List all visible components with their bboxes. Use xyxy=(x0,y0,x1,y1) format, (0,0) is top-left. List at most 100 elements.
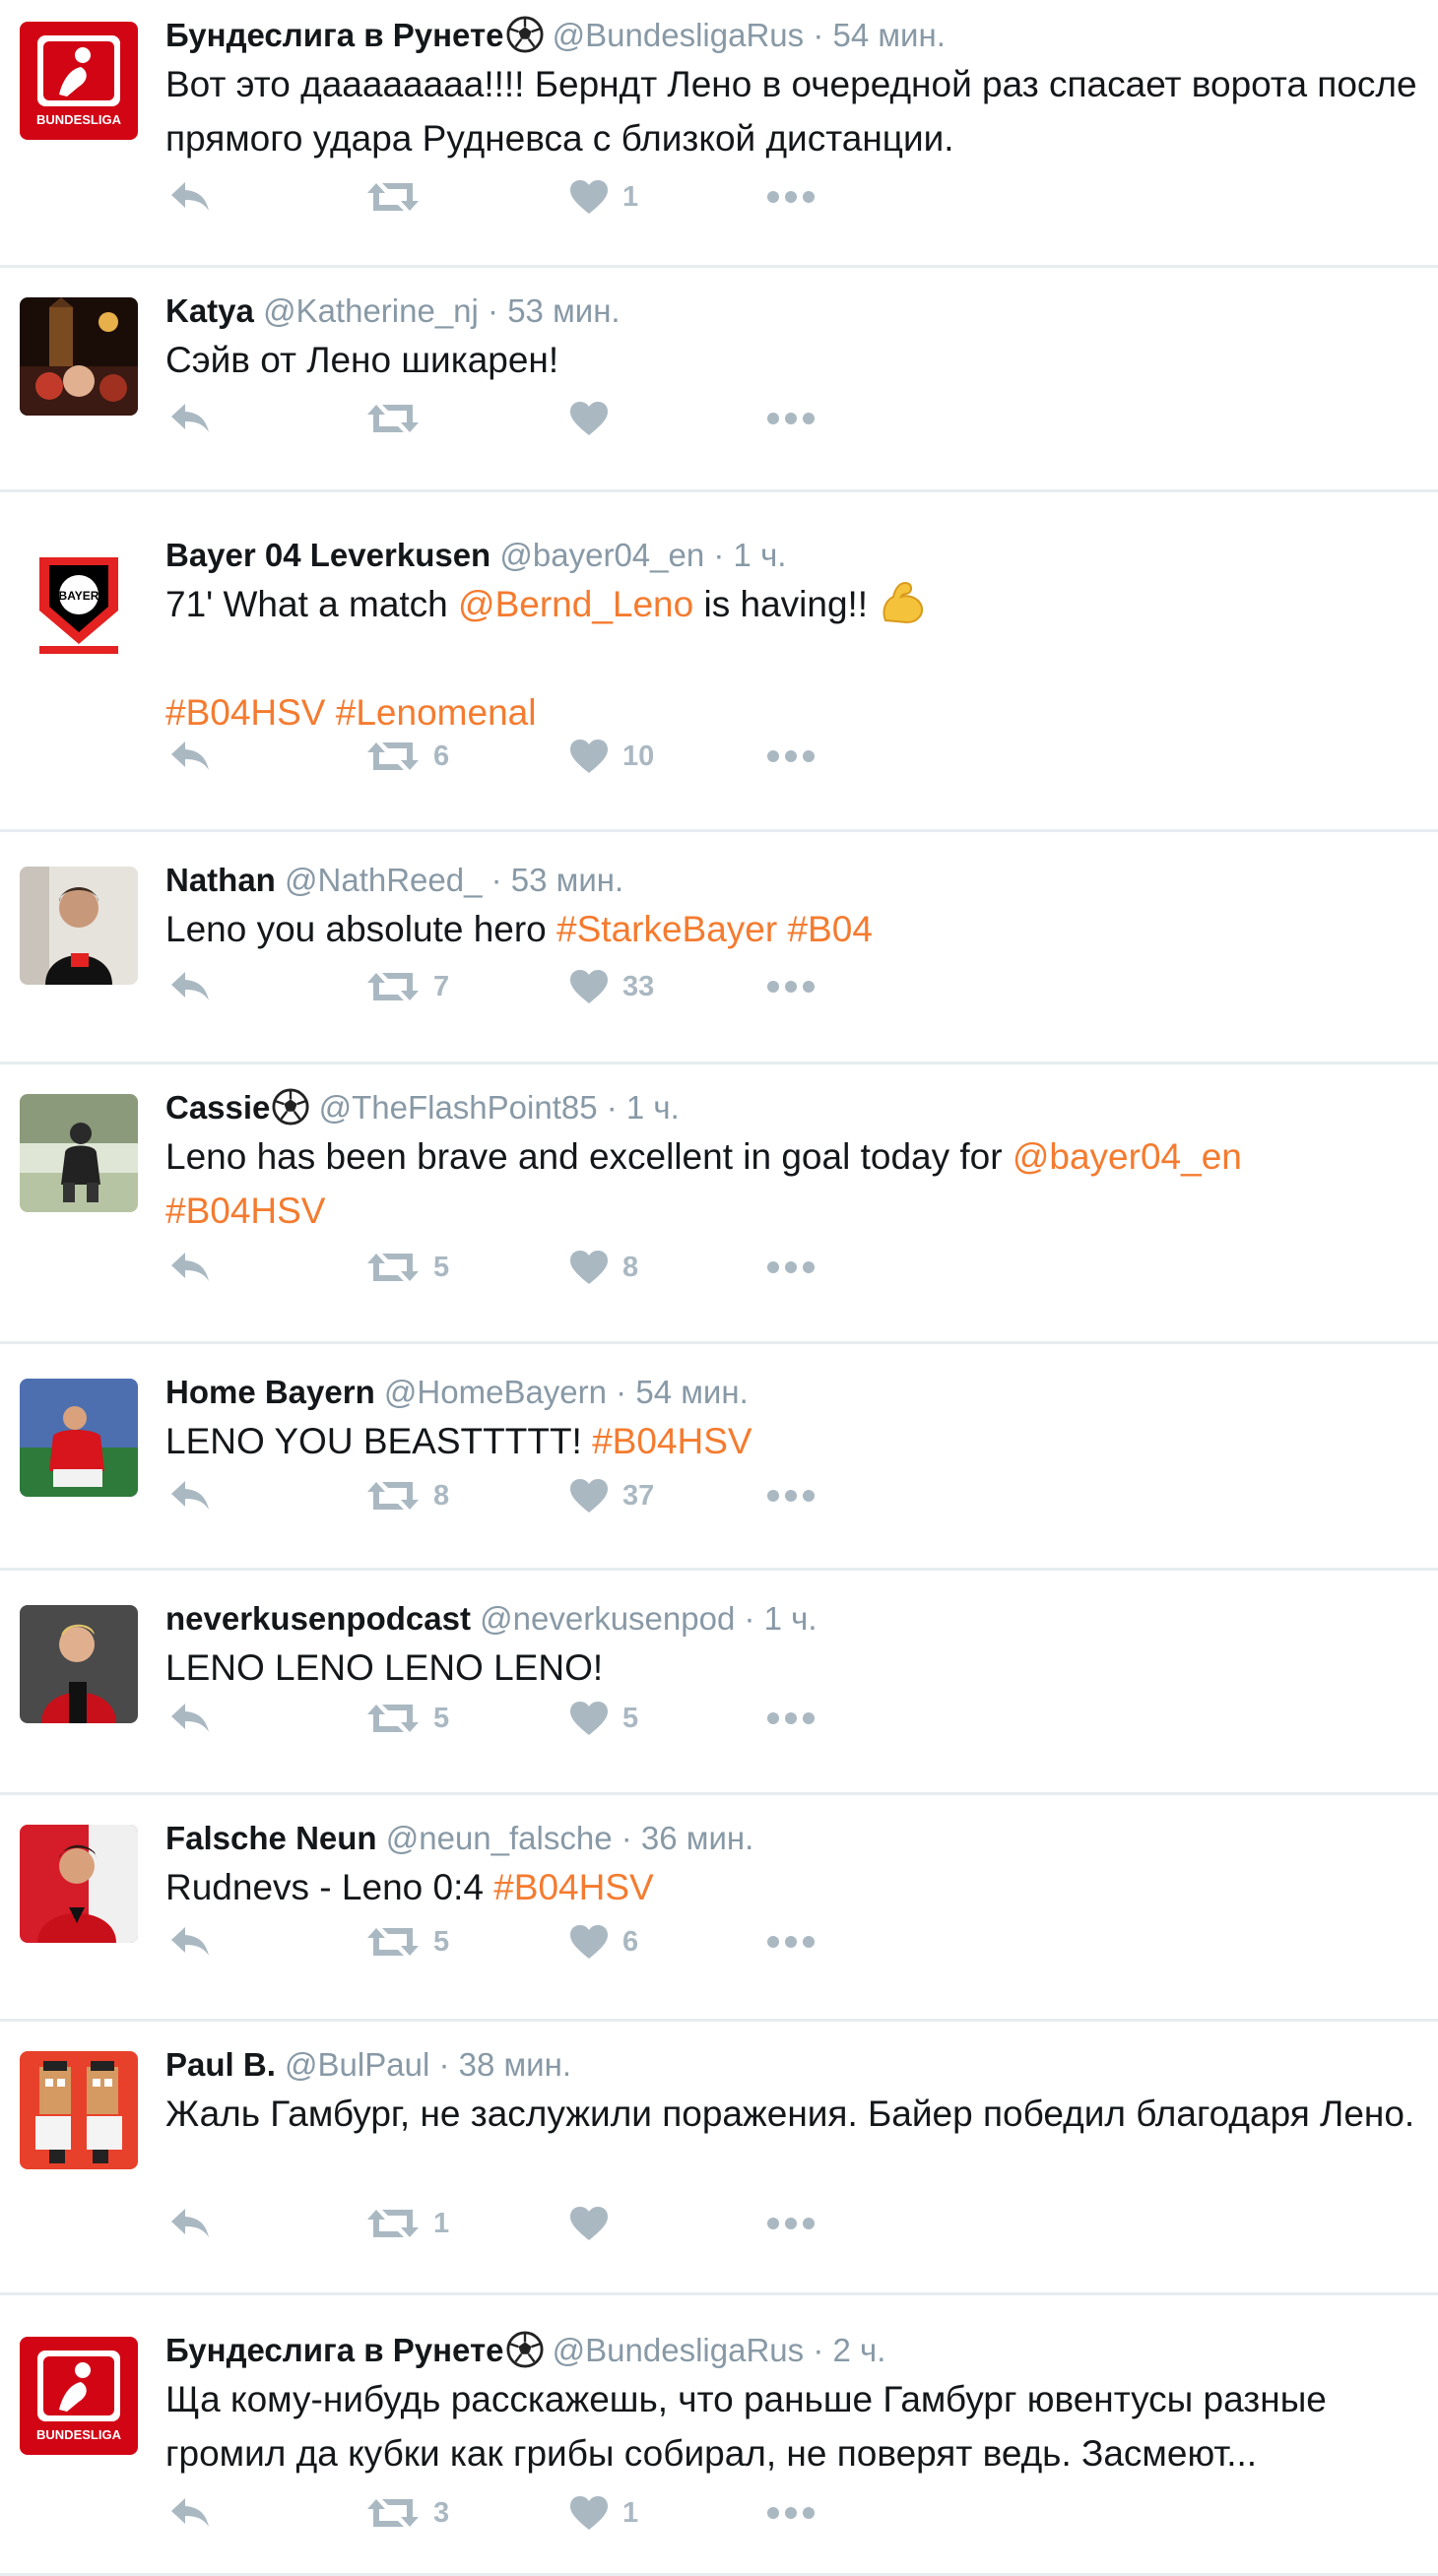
tweet[interactable]: Paul B. @BulPaul · 38 мин. Жаль Гамбург, … xyxy=(0,2022,1438,2295)
more-button[interactable] xyxy=(766,394,816,443)
display-name[interactable]: Katya xyxy=(165,292,254,329)
display-name[interactable]: neverkusenpodcast xyxy=(165,1600,471,1637)
user-handle[interactable]: @bayer04_en xyxy=(499,537,704,573)
display-name[interactable]: Falsche Neun xyxy=(165,1820,377,1856)
like-button[interactable]: 1 xyxy=(569,172,638,222)
timestamp[interactable]: 54 мин. xyxy=(635,1374,748,1410)
retweet-button[interactable] xyxy=(366,394,433,443)
reply-button[interactable] xyxy=(169,1694,211,1743)
tweet[interactable]: Nathan @NathReed_ · 53 мин. Leno you abso… xyxy=(0,832,1438,1064)
reply-button[interactable] xyxy=(169,732,211,781)
reply-button[interactable] xyxy=(169,2199,211,2248)
reply-button[interactable] xyxy=(169,962,211,1011)
reply-button[interactable] xyxy=(169,394,211,443)
hashtag-link[interactable]: #StarkeBayer xyxy=(556,909,777,949)
like-button[interactable]: 5 xyxy=(569,1694,638,1743)
user-handle[interactable]: @neun_falsche xyxy=(386,1820,613,1856)
user-handle[interactable]: @NathReed_ xyxy=(285,862,482,898)
avatar[interactable]: BUNDESLIGA xyxy=(20,2337,138,2455)
display-name[interactable]: Paul B. xyxy=(165,2046,276,2083)
user-handle[interactable]: @BundesligaRus xyxy=(553,2332,804,2368)
hashtag-link[interactable]: #B04HSV xyxy=(165,692,326,733)
more-button[interactable] xyxy=(766,1694,816,1743)
reply-button[interactable] xyxy=(169,2488,211,2538)
hashtag-link[interactable]: #B04HSV xyxy=(493,1867,654,1907)
retweet-button[interactable]: 3 xyxy=(366,2488,449,2538)
more-button[interactable] xyxy=(766,1243,816,1292)
retweet-button[interactable]: 7 xyxy=(366,962,449,1011)
more-button[interactable] xyxy=(766,1917,816,1966)
timestamp[interactable]: 36 мин. xyxy=(641,1820,753,1856)
timestamp[interactable]: 1 ч. xyxy=(764,1600,817,1637)
retweet-button[interactable]: 5 xyxy=(366,1243,449,1292)
tweet[interactable]: Home Bayern @HomeBayern · 54 мин. LENO YO… xyxy=(0,1344,1438,1571)
hashtag-link[interactable]: #B04HSV xyxy=(165,1191,326,1231)
mention-link[interactable]: @Bernd_Leno xyxy=(458,584,693,624)
more-button[interactable] xyxy=(766,962,816,1011)
display-name[interactable]: Cassie xyxy=(165,1089,270,1126)
avatar[interactable] xyxy=(20,867,138,985)
display-name[interactable]: Бундеслига в Рунете xyxy=(165,2332,504,2368)
display-name[interactable]: Nathan xyxy=(165,862,276,898)
more-button[interactable] xyxy=(766,732,816,781)
reply-button[interactable] xyxy=(169,172,211,222)
like-button[interactable]: 6 xyxy=(569,1917,638,1966)
tweet[interactable]: BUNDESLIGA Бундеслига в Рунете @Bundeslig… xyxy=(0,0,1438,268)
hashtag-link[interactable]: #B04 xyxy=(787,909,872,949)
tweet-header: Бундеслига в Рунете @BundesligaRus · 2 ч… xyxy=(165,2331,1418,2370)
timestamp[interactable]: 54 мин. xyxy=(832,17,945,53)
tweet[interactable]: Katya @Katherine_nj · 53 мин. Сэйв от Лен… xyxy=(0,268,1438,492)
like-button[interactable]: 1 xyxy=(569,2488,638,2538)
like-button[interactable]: 33 xyxy=(569,962,654,1011)
avatar[interactable]: BAYER xyxy=(20,542,138,660)
tweet[interactable]: Cassie @TheFlashPoint85 · 1 ч. Leno has b… xyxy=(0,1064,1438,1344)
avatar[interactable] xyxy=(20,1094,138,1212)
timestamp[interactable]: 53 мин. xyxy=(507,292,620,329)
like-button[interactable]: 8 xyxy=(569,1243,638,1292)
timestamp[interactable]: 1 ч. xyxy=(626,1089,680,1126)
reply-button[interactable] xyxy=(169,1243,211,1292)
timestamp[interactable]: 1 ч. xyxy=(734,537,787,573)
display-name[interactable]: Home Bayern xyxy=(165,1374,375,1410)
hashtag-link[interactable]: #B04HSV xyxy=(592,1421,752,1461)
reply-button[interactable] xyxy=(169,1471,211,1520)
display-name[interactable]: Бундеслига в Рунете xyxy=(165,17,504,53)
tweet[interactable]: Falsche Neun @neun_falsche · 36 мин. Rudn… xyxy=(0,1795,1438,2022)
hashtag-link[interactable]: #Lenomenal xyxy=(336,692,537,733)
avatar[interactable] xyxy=(20,1379,138,1497)
avatar[interactable] xyxy=(20,1605,138,1723)
user-handle[interactable]: @HomeBayern xyxy=(384,1374,607,1410)
retweet-button[interactable]: 8 xyxy=(366,1471,449,1520)
more-button[interactable] xyxy=(766,172,816,222)
more-button[interactable] xyxy=(766,2488,816,2538)
user-handle[interactable]: @Katherine_nj xyxy=(263,292,479,329)
user-handle[interactable]: @BulPaul xyxy=(285,2046,429,2083)
avatar[interactable] xyxy=(20,297,138,416)
display-name[interactable]: Bayer 04 Leverkusen xyxy=(165,537,490,573)
more-button[interactable] xyxy=(766,2199,816,2248)
retweet-button[interactable]: 5 xyxy=(366,1694,449,1743)
user-handle[interactable]: @neverkusenpod xyxy=(480,1600,735,1637)
user-handle[interactable]: @TheFlashPoint85 xyxy=(319,1089,598,1126)
avatar[interactable]: BUNDESLIGA xyxy=(20,22,138,140)
retweet-button[interactable]: 1 xyxy=(366,2199,449,2248)
reply-button[interactable] xyxy=(169,1917,211,1966)
timestamp[interactable]: 2 ч. xyxy=(832,2332,885,2368)
avatar[interactable] xyxy=(20,1825,138,1943)
like-button[interactable] xyxy=(569,2199,622,2248)
timestamp[interactable]: 38 мин. xyxy=(459,2046,571,2083)
avatar[interactable] xyxy=(20,2051,138,2169)
mention-link[interactable]: @bayer04_en xyxy=(1013,1136,1242,1177)
like-button[interactable]: 10 xyxy=(569,732,654,781)
timestamp[interactable]: 53 мин. xyxy=(511,862,623,898)
retweet-button[interactable]: 5 xyxy=(366,1917,449,1966)
retweet-button[interactable] xyxy=(366,172,433,222)
tweet[interactable]: neverkusenpodcast @neverkusenpod · 1 ч. L… xyxy=(0,1571,1438,1795)
like-button[interactable]: 37 xyxy=(569,1471,654,1520)
tweet[interactable]: BUNDESLIGA Бундеслига в Рунете @Bundeslig… xyxy=(0,2295,1438,2576)
like-button[interactable] xyxy=(569,394,622,443)
retweet-button[interactable]: 6 xyxy=(366,732,449,781)
tweet[interactable]: BAYER Bayer 04 Leverkusen @bayer04_en · 1… xyxy=(0,492,1438,832)
user-handle[interactable]: @BundesligaRus xyxy=(553,17,804,53)
more-button[interactable] xyxy=(766,1471,816,1520)
